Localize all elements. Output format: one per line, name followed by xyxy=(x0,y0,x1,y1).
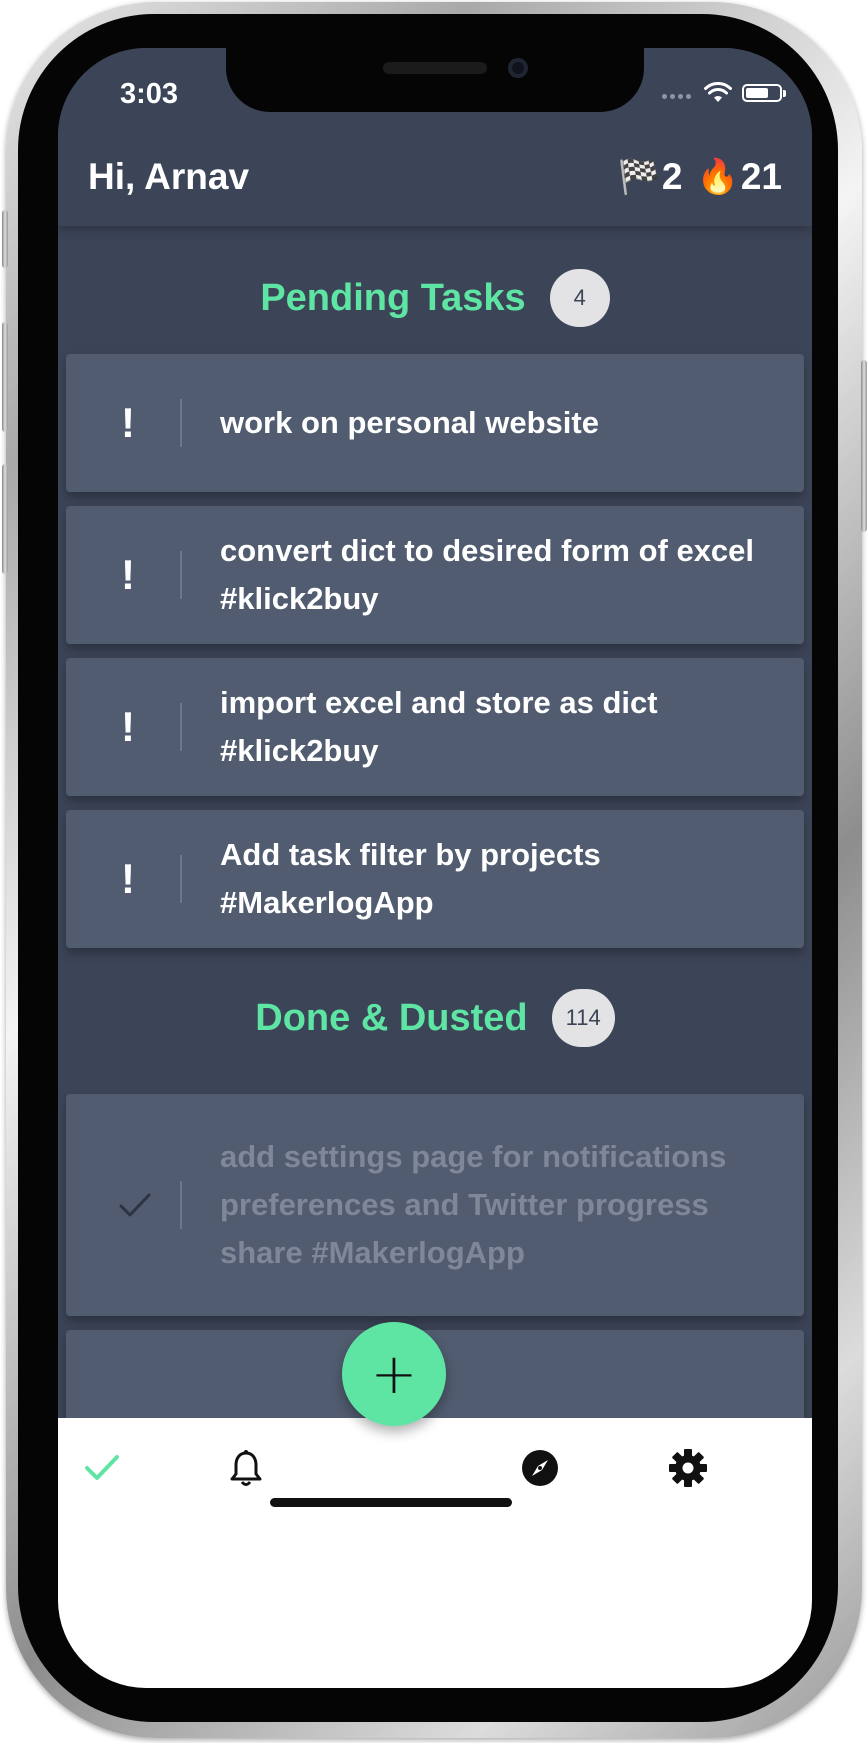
done-title: Done & Dusted xyxy=(255,996,528,1039)
pending-task-item[interactable]: ! convert dict to desired form of excel … xyxy=(66,506,804,644)
checkered-flag-icon: 🏁 xyxy=(617,158,660,196)
notch xyxy=(226,48,644,112)
fire-icon: 🔥 xyxy=(696,158,739,196)
streak-count: 21 xyxy=(740,156,782,197)
task-text: import excel and store as dict #klick2bu… xyxy=(220,685,658,768)
pending-title: Pending Tasks xyxy=(260,276,526,319)
nav-explore[interactable] xyxy=(516,1444,564,1492)
status-time: 3:03 xyxy=(120,78,179,110)
gear-icon xyxy=(669,1449,707,1487)
volume-up-button xyxy=(2,322,8,432)
battery-icon xyxy=(742,84,786,102)
task-text: work on personal website xyxy=(220,405,599,440)
priority-icon: ! xyxy=(121,399,135,446)
volume-down-button xyxy=(2,464,8,574)
compass-icon xyxy=(522,1450,558,1486)
nav-settings[interactable] xyxy=(664,1444,712,1492)
task-text: Add task filter by projects #MakerlogApp xyxy=(220,837,601,920)
pending-section-header: Pending Tasks 4 xyxy=(58,248,812,348)
divider xyxy=(180,1181,182,1229)
tasks-check-icon xyxy=(85,1455,119,1480)
pending-count-badge: 4 xyxy=(549,269,610,327)
pending-task-item[interactable]: ! Add task filter by projects #MakerlogA… xyxy=(66,810,804,948)
wifi-icon xyxy=(704,82,732,102)
greeting: Hi, Arnav xyxy=(88,156,250,197)
pending-task-item[interactable]: ! import excel and store as dict #klick2… xyxy=(66,658,804,796)
status-icons xyxy=(662,82,786,104)
bottom-navigation xyxy=(58,1418,812,1688)
check-icon xyxy=(118,1191,151,1219)
streak-stat: 🔥 21 xyxy=(697,156,783,198)
done-section-header: Done & Dusted 114 xyxy=(58,968,812,1068)
mute-switch xyxy=(2,210,8,268)
front-camera xyxy=(508,58,528,78)
nav-tasks[interactable] xyxy=(78,1444,126,1492)
priority-icon: ! xyxy=(121,703,135,750)
done-count-badge: 114 xyxy=(551,989,615,1047)
goal-count: 2 xyxy=(661,156,683,197)
bell-icon xyxy=(230,1450,262,1486)
home-indicator[interactable] xyxy=(270,1498,512,1507)
signal-icon xyxy=(662,84,694,103)
priority-icon: ! xyxy=(121,855,135,902)
divider xyxy=(180,551,182,599)
power-button xyxy=(861,360,867,532)
app-screen: Hi, Arnav 🏁 2 🔥 21 3:03 Pending Tasks 4 … xyxy=(58,48,812,1688)
priority-icon: ! xyxy=(121,551,135,598)
done-task-item[interactable]: add settings page for notifications pref… xyxy=(66,1094,804,1316)
task-text: add settings page for notifications pref… xyxy=(220,1139,727,1270)
speaker xyxy=(383,62,487,74)
divider xyxy=(180,855,182,903)
divider xyxy=(180,703,182,751)
pending-task-item[interactable]: ! work on personal website xyxy=(66,354,804,492)
streak-stats: 🏁 2 🔥 21 xyxy=(604,156,782,198)
add-task-button[interactable]: + xyxy=(342,1322,446,1426)
goal-stat: 🏁 2 xyxy=(618,156,683,198)
nav-notifications[interactable] xyxy=(222,1444,270,1492)
task-text: convert dict to desired form of excel #k… xyxy=(220,533,755,616)
divider xyxy=(180,399,182,447)
